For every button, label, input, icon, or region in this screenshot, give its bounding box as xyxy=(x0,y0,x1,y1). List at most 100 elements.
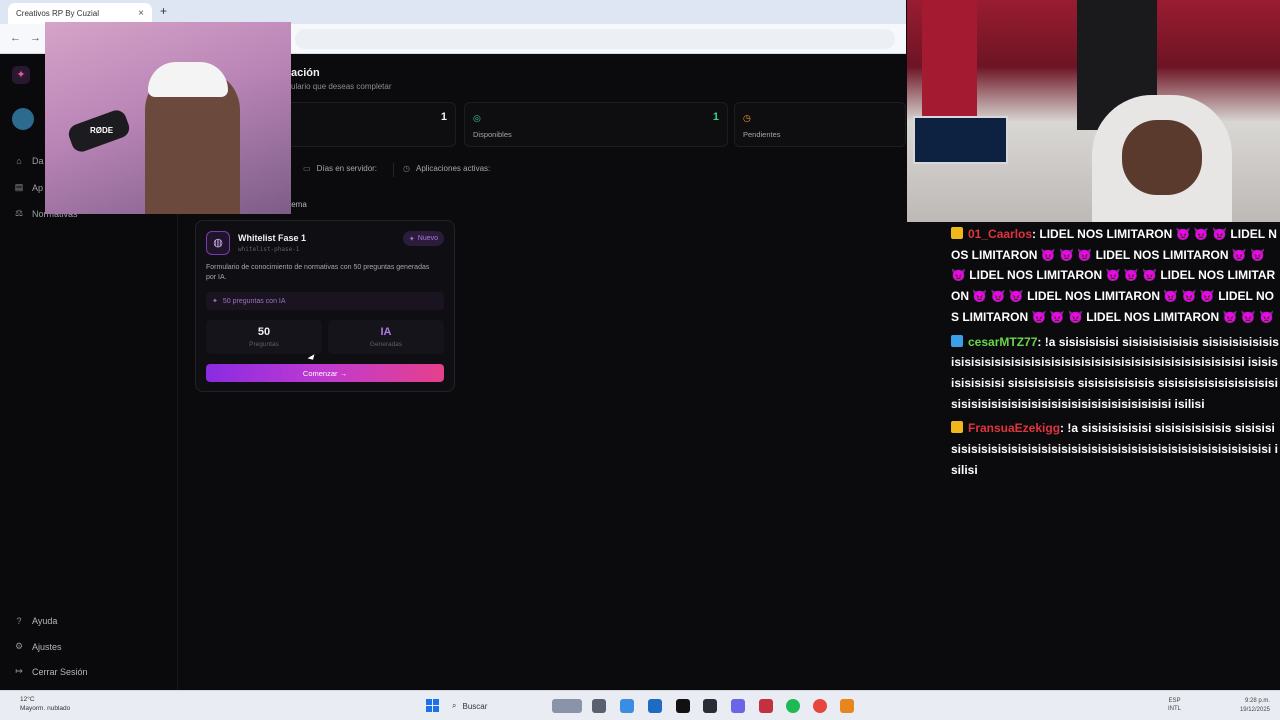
obs-icon[interactable] xyxy=(703,699,717,713)
questions-label: Preguntas xyxy=(249,341,279,348)
mic-brand: RØDE xyxy=(90,126,114,136)
spotify-icon[interactable] xyxy=(786,699,800,713)
home-icon: ⌂ xyxy=(16,156,22,166)
sidebar-item-label: Ap xyxy=(32,182,44,193)
search-label: Buscar xyxy=(462,701,488,711)
chat-text: : LIDEL NOS LIMITARON 👿 👿 👿 LIDEL NOS LI… xyxy=(951,227,1277,324)
stat-value: 1 xyxy=(712,111,719,123)
help-icon: ? xyxy=(16,616,22,626)
sidebar-item-label: Ajustes xyxy=(32,641,62,652)
questions-count: 50 xyxy=(257,326,271,338)
terminal-icon[interactable] xyxy=(676,699,690,713)
lang-layout: INTL xyxy=(1168,706,1182,712)
clock[interactable]: 9:28 p.m. 19/12/2025 xyxy=(1240,697,1270,715)
chrome-icon[interactable] xyxy=(813,699,827,713)
sidebar-item-help[interactable]: ? Ayuda xyxy=(14,616,57,626)
sparkle-icon: ✦ xyxy=(408,235,415,243)
days-in-server: ▭ Días en servidor: xyxy=(303,164,377,173)
microphone-icon: RØDE xyxy=(66,107,132,155)
forward-icon[interactable]: → xyxy=(30,32,41,44)
language-indicator[interactable]: ESP INTL xyxy=(1168,697,1181,713)
card-slug: whitelist-phase-1 xyxy=(238,246,300,253)
stat-value: 1 xyxy=(440,111,447,123)
webcam-monitor xyxy=(913,116,1008,164)
sidebar-item-label: Da xyxy=(32,156,44,166)
tab-title: Creativos RP By Cuzial xyxy=(16,9,99,18)
edge-icon[interactable] xyxy=(620,699,634,713)
sidebar-item-dashboard[interactable]: ⌂ Da xyxy=(14,156,44,166)
stream-chat: 01_Caarlos: LIDEL NOS LIMITARON 👿 👿 👿 LI… xyxy=(951,224,1280,690)
browser-tab[interactable]: Creativos RP By Cuzial × xyxy=(8,3,152,24)
app-icon[interactable] xyxy=(840,699,854,713)
logout-icon: ↦ xyxy=(15,666,23,676)
webcam-reaction xyxy=(907,0,1280,222)
file-icon: ▤ xyxy=(14,182,24,192)
app-icon[interactable] xyxy=(759,699,773,713)
chat-message: FransuaEzekigg: !a sisisisisisisi sisisi… xyxy=(951,418,1280,480)
card-title: Whitelist Fase 1 xyxy=(238,233,307,243)
chat-username: 01_Caarlos xyxy=(968,227,1033,241)
sidebar-item-logout[interactable]: ↦ Cerrar Sesión xyxy=(14,666,87,677)
chat-message: cesarMTZ77: !a sisisisisisi sisisisisisi… xyxy=(951,332,1280,415)
days-label: Días en servidor: xyxy=(316,164,378,173)
address-bar[interactable] xyxy=(295,29,895,49)
webcam-face xyxy=(1122,120,1202,195)
whitelist-card: ◍ Whitelist Fase 1 whitelist-phase-1 ✦ N… xyxy=(195,220,455,392)
stat-card-pending: ◷ Pendientes xyxy=(734,102,906,147)
generated-value: IA xyxy=(380,326,392,338)
crown-badge-icon xyxy=(951,421,963,434)
sidebar-item-settings[interactable]: ⚙ Ajustes xyxy=(14,641,62,652)
screen: Creativos RP By Cuzial × + ← → ✦ ⌂ Da ▤ … xyxy=(0,0,1280,720)
sidebar-item-applications[interactable]: ▤ Ap xyxy=(14,182,43,193)
chip-label: 50 preguntas con IA xyxy=(222,297,286,305)
file-explorer-icon[interactable] xyxy=(592,699,606,713)
apps-label: Aplicaciones activas: xyxy=(415,164,491,173)
new-badge: ✦ Nuevo xyxy=(402,231,444,246)
clock-icon: ◷ xyxy=(743,113,751,123)
taskbar-app-icon[interactable] xyxy=(552,699,582,713)
ai-questions-chip: ✦ 50 preguntas con IA xyxy=(206,292,444,310)
taskbar-search[interactable]: ⌕ Buscar xyxy=(452,698,542,714)
generated-label: Generadas xyxy=(369,341,403,348)
start-button[interactable]: Comenzar → xyxy=(206,364,444,382)
search-icon: ⌕ xyxy=(452,701,457,710)
badge-label: Nuevo xyxy=(417,235,438,242)
windows-start-icon[interactable] xyxy=(426,699,439,712)
page-title: ación xyxy=(291,67,320,79)
browser-tabbar: Creativos RP By Cuzial × + xyxy=(0,0,906,24)
scale-icon: ⚖ xyxy=(14,208,24,218)
discord-icon[interactable] xyxy=(731,699,745,713)
stat-label: Pendientes xyxy=(743,130,781,139)
store-icon[interactable] xyxy=(648,699,662,713)
active-applications: ◷ Aplicaciones activas: xyxy=(403,164,490,173)
card-description: Formulario de conocimiento de normativas… xyxy=(206,264,430,281)
chat-message: 01_Caarlos: LIDEL NOS LIMITARON 👿 👿 👿 LI… xyxy=(951,224,1280,328)
new-tab-button[interactable]: + xyxy=(160,4,167,18)
chat-username: cesarMTZ77 xyxy=(968,334,1038,349)
prime-badge-icon xyxy=(951,334,963,347)
check-circle-icon: ◎ xyxy=(473,113,481,123)
sparkle-icon: ✦ xyxy=(212,298,218,305)
page-subtitle: ulario que deseas completar xyxy=(291,82,392,91)
logo-icon: ✦ xyxy=(12,66,30,84)
chat-username: FransuaEzekigg xyxy=(968,421,1061,436)
generated-box: IA Generadas xyxy=(328,320,444,354)
whitelist-icon: ◍ xyxy=(206,231,230,255)
section-heading: tema xyxy=(289,200,307,209)
webcam-cap xyxy=(148,62,228,97)
back-icon[interactable]: ← xyxy=(10,32,21,44)
weather-text: Mayorm. nublado xyxy=(20,705,71,712)
weather-widget[interactable]: 12°C Mayorm. nublado xyxy=(20,695,70,713)
tab-close-icon[interactable]: × xyxy=(138,8,144,19)
taskbar: 12°C Mayorm. nublado ⌕ Buscar ESP INTL 9… xyxy=(0,690,1280,720)
divider xyxy=(393,163,394,177)
lang-code: ESP xyxy=(1168,698,1181,704)
webcam-streamer: RØDE xyxy=(45,22,291,214)
stat-label: Disponibles xyxy=(473,130,512,139)
gear-icon: ⚙ xyxy=(14,641,24,651)
clock-date: 19/12/2025 xyxy=(1239,707,1270,713)
avatar[interactable] xyxy=(12,108,34,130)
stat-card-available: ◎ 1 Disponibles xyxy=(464,102,728,147)
temperature: 12°C xyxy=(20,696,35,703)
calendar-icon: ▭ xyxy=(303,164,311,173)
